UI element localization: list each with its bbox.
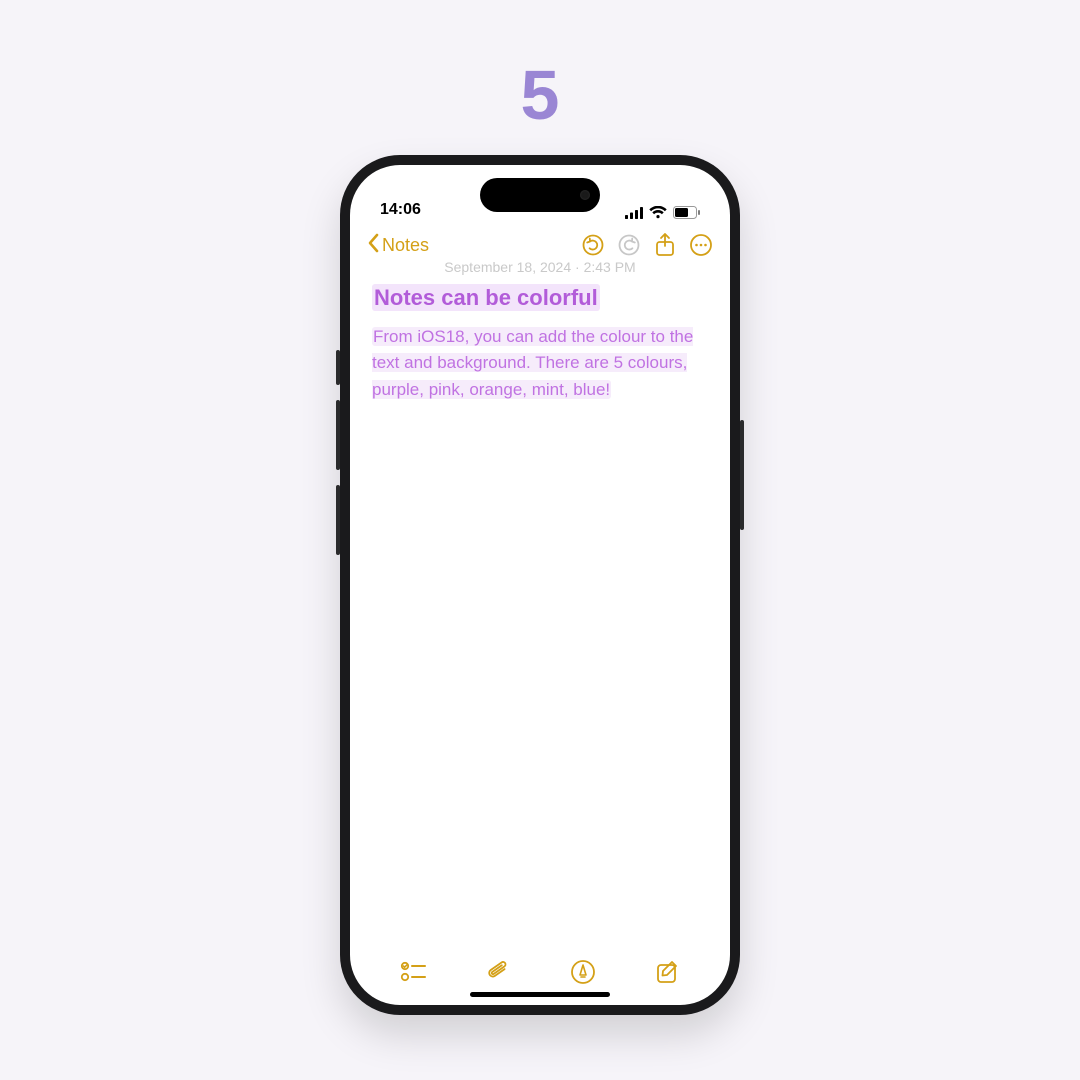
share-button[interactable] [652,232,678,258]
slide-number: 5 [521,55,560,135]
attachment-button[interactable] [483,957,513,987]
note-content-area[interactable]: Notes can be colorful From iOS18, you ca… [350,275,730,945]
markup-button[interactable] [568,957,598,987]
note-body-text[interactable]: From iOS18, you can add the colour to th… [372,324,708,403]
note-timestamp: September 18, 2024 · 2:43 PM [350,259,730,275]
back-label: Notes [382,235,429,256]
silence-switch [336,350,340,385]
home-indicator[interactable] [470,992,610,997]
power-button [740,420,744,530]
dynamic-island [480,178,600,212]
screen: 14:06 Notes [350,165,730,1005]
redo-button [616,232,642,258]
battery-icon [673,206,700,219]
undo-button[interactable] [580,232,606,258]
volume-up-button [336,400,340,470]
volume-down-button [336,485,340,555]
more-button[interactable] [688,232,714,258]
status-time: 14:06 [380,201,421,219]
cellular-signal-icon [625,207,643,219]
chevron-left-icon [366,233,380,258]
note-title[interactable]: Notes can be colorful [372,284,600,311]
back-button[interactable]: Notes [366,233,429,258]
checklist-button[interactable] [398,957,428,987]
iphone-frame: 14:06 Notes [340,155,740,1015]
compose-button[interactable] [653,957,683,987]
wifi-icon [649,206,667,219]
